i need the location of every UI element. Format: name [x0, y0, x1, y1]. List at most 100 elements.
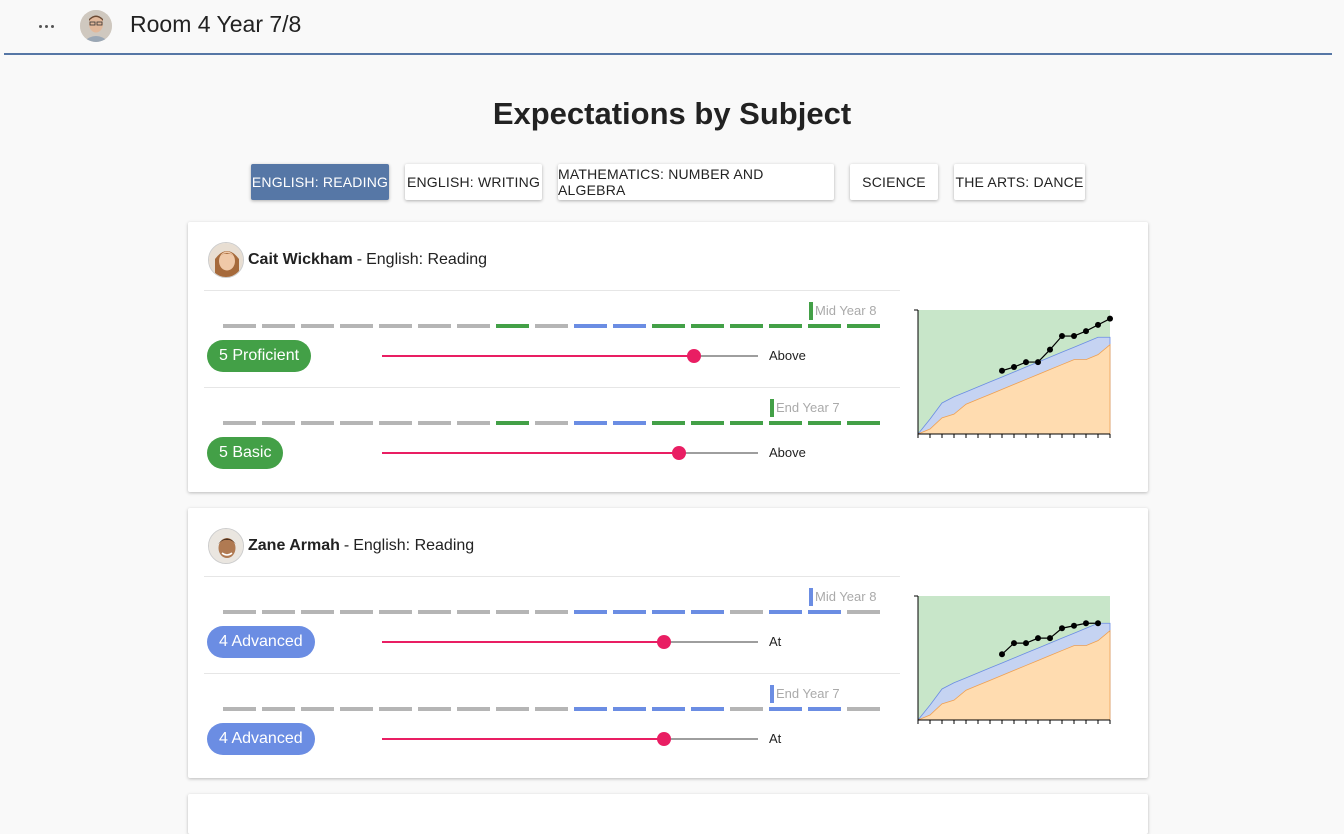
student-card: Cait Wickham - English: Reading Mid Year…: [188, 222, 1148, 492]
level-segment: [535, 610, 568, 614]
student-header: Zane Armah - English: Reading: [208, 528, 474, 564]
data-point: [1083, 328, 1089, 335]
level-segment: [418, 707, 451, 711]
level-segment: [808, 421, 841, 425]
level-badge[interactable]: 4 Advanced: [207, 723, 315, 755]
level-segments: [223, 610, 883, 614]
level-segment: [847, 421, 880, 425]
level-segment: [301, 324, 334, 328]
progress-row: Mid Year 8 5 Proficient Above: [204, 290, 900, 387]
level-badge[interactable]: 5 Proficient: [207, 340, 312, 372]
level-segment: [301, 610, 334, 614]
level-segment: [652, 707, 685, 711]
slider-thumb[interactable]: [687, 349, 702, 363]
level-segment: [379, 421, 412, 425]
progress-slider[interactable]: [382, 446, 758, 460]
level-segment: [574, 324, 607, 328]
data-point: [999, 651, 1005, 658]
more-menu-icon[interactable]: [32, 12, 60, 40]
student-name[interactable]: Cait Wickham: [248, 251, 353, 269]
slider-fill: [382, 738, 664, 740]
level-segment: [379, 324, 412, 328]
level-segments: [223, 707, 883, 711]
tab-mathematics[interactable]: Mathematics: Number and Algebra: [558, 164, 834, 200]
period-text: Mid Year 8: [815, 589, 877, 604]
period-marker: [809, 302, 813, 320]
level-segment: [223, 324, 256, 328]
level-segment: [691, 707, 724, 711]
progress-chart: [914, 309, 1113, 438]
level-segment: [418, 610, 451, 614]
period-text: Mid Year 8: [815, 303, 877, 318]
student-subject: English: Reading: [353, 537, 475, 554]
period-label: Mid Year 8: [809, 301, 876, 321]
tab-english-writing[interactable]: English: Writing: [405, 164, 542, 200]
level-segment: [652, 421, 685, 425]
student-avatar[interactable]: [208, 242, 244, 278]
level-segment: [301, 707, 334, 711]
slider-thumb[interactable]: [657, 635, 671, 649]
period-label: Mid Year 8: [809, 587, 876, 607]
level-segment: [223, 610, 256, 614]
student-name[interactable]: Zane Armah: [248, 537, 340, 555]
level-segment: [418, 421, 451, 425]
level-segment: [457, 610, 490, 614]
data-point: [1047, 346, 1053, 353]
level-segment: [847, 324, 880, 328]
level-segments: [223, 324, 883, 328]
level-segment: [574, 707, 607, 711]
data-point: [1083, 620, 1089, 627]
data-point: [1023, 359, 1029, 366]
period-label: End Year 7: [770, 398, 840, 418]
period-text: End Year 7: [776, 400, 840, 415]
progress-slider[interactable]: [382, 732, 758, 746]
data-point: [1071, 622, 1077, 629]
slider-fill: [382, 641, 664, 643]
level-segment: [808, 610, 841, 614]
level-segment: [574, 421, 607, 425]
level-segment: [691, 610, 724, 614]
student-subject: English: Reading: [366, 251, 488, 268]
progress-row: End Year 7 5 Basic Above: [204, 387, 900, 484]
level-segment: [769, 610, 802, 614]
progress-slider[interactable]: [382, 349, 758, 363]
level-segment: [496, 707, 529, 711]
data-point: [999, 367, 1005, 374]
data-point: [1071, 333, 1077, 340]
level-segment: [223, 707, 256, 711]
level-segment: [769, 707, 802, 711]
period-marker: [809, 588, 813, 606]
relative-expectation: At: [769, 634, 782, 649]
relative-expectation: Above: [769, 348, 806, 363]
level-segment: [730, 421, 763, 425]
data-point: [1011, 364, 1017, 371]
level-segment: [730, 707, 763, 711]
student-card-partial: [188, 794, 1148, 834]
progress-row: Mid Year 8 4 Advanced At: [204, 576, 900, 673]
tab-english-reading[interactable]: English: Reading: [251, 164, 389, 200]
tab-science[interactable]: Science: [850, 164, 938, 200]
slider-fill: [382, 452, 680, 454]
slider-fill: [382, 355, 695, 357]
level-badge[interactable]: 5 Basic: [207, 437, 284, 469]
relative-expectation: At: [769, 731, 782, 746]
level-segment: [808, 707, 841, 711]
level-segment: [379, 707, 412, 711]
level-segment: [418, 324, 451, 328]
teacher-avatar[interactable]: [80, 10, 112, 42]
level-segment: [535, 324, 568, 328]
slider-thumb[interactable]: [657, 732, 671, 746]
tab-arts-dance[interactable]: The Arts: Dance: [954, 164, 1085, 200]
data-point: [1035, 635, 1041, 642]
level-badge[interactable]: 4 Advanced: [207, 626, 315, 658]
level-segment: [457, 421, 490, 425]
level-segment: [496, 610, 529, 614]
slider-thumb[interactable]: [672, 446, 687, 460]
data-point: [1047, 635, 1053, 642]
progress-slider[interactable]: [382, 635, 758, 649]
level-segment: [613, 324, 646, 328]
data-point: [1023, 640, 1029, 647]
level-segment: [340, 707, 373, 711]
student-avatar[interactable]: [208, 528, 244, 564]
student-header: Cait Wickham - English: Reading: [208, 242, 487, 278]
